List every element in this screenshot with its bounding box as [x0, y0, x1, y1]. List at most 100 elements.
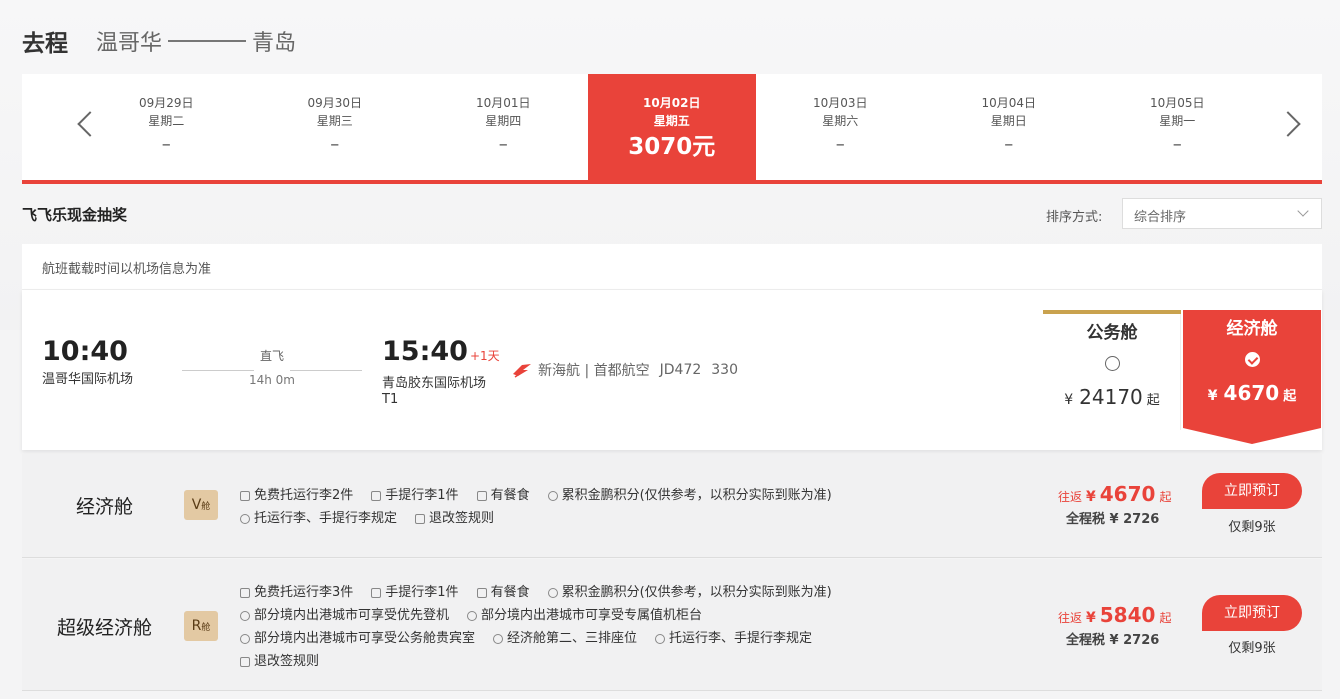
cabin-pointer — [1183, 428, 1321, 444]
price-suffix: 起 — [1283, 389, 1297, 404]
refund-rules-link[interactable]: 退改签规则 — [240, 650, 319, 673]
fare-class: R — [191, 618, 202, 634]
round-trip-label: 往返 — [1058, 611, 1083, 625]
currency: ¥ — [1064, 392, 1074, 408]
weekday-label: 星期日 — [990, 114, 1027, 128]
fare-price: 往返 ¥5840 起 全程税 ¥ 2726 — [1058, 603, 1171, 648]
fare-row: 超级经济舱 R舱 免费托运行李3件 手提行李1件 有餐食 累积金鹏积分(仅供参考… — [22, 559, 1322, 691]
flight-type: 直飞 — [259, 349, 284, 363]
date-tab[interactable]: 09月29日 星期二 – — [82, 74, 251, 180]
date-label: 09月29日 — [138, 96, 194, 110]
refund-rules-link[interactable]: 退改签规则 — [415, 507, 494, 530]
feature-label: 手提行李1件 — [385, 488, 459, 503]
date-tab[interactable]: 10月05日 星期一 – — [1093, 74, 1262, 180]
cabin-business[interactable]: 公务舱 ¥24170 起 — [1043, 310, 1181, 430]
feature-label: 有餐食 — [490, 585, 530, 600]
check-icon — [1244, 352, 1260, 367]
price-value: 4670 — [1223, 381, 1280, 405]
cabin-economy-selected[interactable]: 经济舱 ¥4670 起 — [1183, 310, 1321, 444]
feature-label: 托运行李、手提行李规定 — [254, 511, 398, 526]
luggage-icon — [240, 490, 250, 501]
price-amount: ¥4670 — [1082, 482, 1155, 506]
feature-label: 部分境内出港城市可享受专属值机柜台 — [481, 608, 703, 623]
date-tab[interactable]: 09月30日 星期三 – — [251, 74, 420, 180]
date-tab-selected[interactable]: 10月02日 星期五 3070元 — [587, 74, 756, 180]
book-now-button[interactable]: 立即预订 — [1202, 473, 1302, 509]
next-dates-button[interactable] — [1272, 104, 1312, 144]
chevron-right-icon — [1275, 111, 1301, 137]
duration-line — [182, 370, 254, 371]
book-now-button[interactable]: 立即预订 — [1202, 595, 1302, 631]
price-value: 24170 — [1079, 385, 1143, 409]
airline-logo-icon — [513, 364, 531, 378]
date-price: – — [330, 134, 340, 155]
feature-label: 退改签规则 — [254, 654, 320, 669]
feature-item: 有餐食 — [476, 484, 530, 507]
feature-item: 经济舱第二、三排座位 — [493, 627, 637, 650]
feature-item: 手提行李1件 — [371, 581, 459, 604]
baggage-rules-link[interactable]: 托运行李、手提行李规定 — [655, 627, 812, 650]
destination-city: 青岛 — [252, 31, 297, 56]
arrival-airport: 青岛胶东国际机场 — [382, 376, 487, 391]
arrival: 15:40 +1天 青岛胶东国际机场 T1 — [382, 336, 500, 408]
price-suffix: 起 — [1159, 490, 1172, 504]
date-label: 09月30日 — [307, 96, 363, 110]
airline-name: 新海航 | 首都航空 — [538, 363, 650, 379]
tax-info: 全程税 ¥ 2726 — [1066, 512, 1160, 527]
date-label: 10月05日 — [1149, 96, 1205, 110]
route-line — [168, 40, 247, 42]
feature-item: 累积金鹏积分(仅供参考，以积分实际到账为准) — [547, 581, 832, 604]
fare-class-badge: R舱 — [184, 611, 218, 641]
fare-features: 免费托运行李3件 手提行李1件 有餐食 累积金鹏积分(仅供参考，以积分实际到账为… — [240, 581, 940, 673]
currency: ¥ — [1086, 489, 1096, 505]
cabin-price: ¥4670 起 — [1183, 381, 1321, 409]
points-icon — [547, 490, 558, 501]
date-price: – — [835, 134, 845, 155]
price-suffix: 起 — [1159, 611, 1172, 625]
date-list: 09月29日 星期二 – 09月30日 星期三 – 10月01日 星期四 – 10月02日星… — [82, 74, 1262, 180]
comment-icon — [655, 633, 666, 644]
seats-remaining: 仅剩9张 — [1228, 520, 1276, 535]
arrival-time-value: 15:40 — [382, 336, 468, 367]
sort-value: 综合排序 — [1134, 210, 1187, 225]
copy-icon — [415, 513, 426, 524]
weekday-label: 星期六 — [822, 114, 859, 128]
feature-item: 部分境内出港城市可享受优先登机 — [240, 604, 449, 627]
feature-label: 手提行李1件 — [385, 585, 459, 600]
route: 温哥华 青岛 — [96, 25, 296, 57]
comment-icon — [493, 633, 504, 644]
price-amount: ¥5840 — [1082, 603, 1155, 627]
feature-label: 累积金鹏积分(仅供参考，以积分实际到账为准) — [561, 585, 832, 600]
next-day-badge: +1天 — [469, 349, 500, 363]
date-tab[interactable]: 10月01日 星期四 – — [419, 74, 588, 180]
date-price: – — [498, 134, 508, 155]
carry-on-icon — [371, 490, 382, 501]
flight-card: 10:40 温哥华国际机场 直飞 14h 0m 15:40 +1天 青岛胶东国际机… — [22, 290, 1322, 450]
fare-name: 经济舱 — [75, 496, 133, 518]
date-tab[interactable]: 10月03日 星期六 – — [756, 74, 925, 180]
points-icon — [547, 587, 558, 598]
flight-duration: 直飞 14h 0m — [182, 348, 362, 388]
feature-item: 免费托运行李2件 — [240, 484, 353, 507]
comment-icon — [240, 633, 250, 644]
luggage-icon — [240, 587, 250, 598]
copy-icon — [240, 656, 250, 667]
departure-time: 10:40 — [42, 336, 128, 367]
date-tab[interactable]: 10月04日 星期日 – — [925, 74, 1094, 180]
duration-line — [290, 370, 362, 371]
sort-select[interactable]: 综合排序 — [1122, 198, 1322, 229]
comment-icon — [240, 610, 250, 621]
feature-label: 托运行李、手提行李规定 — [669, 631, 813, 646]
feature-item: 免费托运行李3件 — [240, 581, 353, 604]
trip-header: 去程 温哥华 青岛 — [22, 25, 296, 57]
date-price: – — [161, 134, 171, 155]
weekday-label: 星期二 — [148, 114, 185, 128]
baggage-rules-link[interactable]: 托运行李、手提行李规定 — [240, 507, 397, 530]
feature-item: 部分境内出港城市可享受专属值机柜台 — [467, 604, 702, 627]
feature-item: 手提行李1件 — [371, 484, 459, 507]
price-value: 5840 — [1099, 603, 1156, 627]
flight-number: JD472 — [659, 362, 702, 378]
departure: 10:40 温哥华国际机场 — [42, 336, 133, 388]
feature-label: 部分境内出港城市可享受优先登机 — [254, 608, 450, 623]
duration: 14h 0m — [248, 373, 295, 387]
